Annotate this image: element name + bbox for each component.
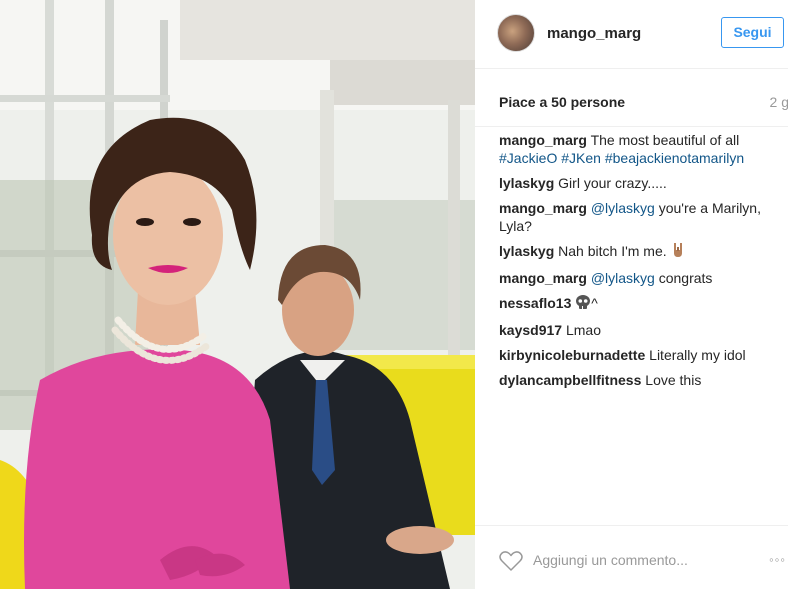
comment-username[interactable]: lylaskyg: [499, 243, 554, 259]
follow-button[interactable]: Segui: [721, 17, 784, 48]
heart-icon[interactable]: [499, 550, 523, 577]
list-item: mango_marg The most beautiful of all #Ja…: [499, 131, 785, 167]
post-sidebar: mango_marg Segui Piace a 50 persone 2 g …: [475, 0, 788, 589]
post-username[interactable]: mango_marg: [547, 25, 641, 42]
list-item: nessaflo13 ^: [499, 294, 785, 314]
likes-row: Piace a 50 persone 2 g: [475, 68, 788, 127]
comment-mention[interactable]: @lylaskyg: [591, 200, 655, 216]
comment-username[interactable]: kaysd917: [499, 322, 562, 338]
post-header: mango_marg Segui: [475, 0, 788, 69]
comment-text: The most beautiful of all: [590, 132, 740, 148]
comment-text: Love this: [645, 372, 702, 388]
comment-username[interactable]: lylaskyg: [499, 175, 554, 191]
list-item: kirbynicoleburnadette Literally my idol: [499, 346, 785, 364]
avatar[interactable]: [497, 14, 535, 52]
comment-username[interactable]: dylancampbellfitness: [499, 372, 641, 388]
comment-username[interactable]: mango_marg: [499, 132, 587, 148]
comment-username[interactable]: mango_marg: [499, 200, 587, 216]
post-footer: Aggiungi un commento... ◦◦◦: [475, 525, 788, 590]
post-time: 2 g: [769, 94, 788, 110]
post-view: mango_marg Segui Piace a 50 persone 2 g …: [0, 0, 788, 589]
comment-username[interactable]: kirbynicoleburnadette: [499, 347, 645, 363]
post-photo[interactable]: [0, 0, 475, 589]
more-options-button[interactable]: ◦◦◦: [769, 552, 786, 567]
comment-text: congrats: [658, 270, 713, 286]
comment-username[interactable]: mango_marg: [499, 270, 587, 286]
comments-list: mango_marg The most beautiful of all #Ja…: [499, 131, 785, 396]
add-comment-input[interactable]: Aggiungi un commento...: [533, 552, 688, 568]
comment-mention[interactable]: @lylaskyg: [591, 270, 655, 286]
list-item: lylaskyg Nah bitch I'm me.: [499, 242, 785, 262]
comment-text: Girl your crazy.....: [558, 175, 667, 191]
comment-text: Lmao: [565, 322, 601, 338]
likes-count[interactable]: Piace a 50 persone: [499, 94, 625, 110]
hand-horns-icon: [671, 242, 685, 262]
comment-text: ^: [591, 295, 598, 311]
list-item: lylaskyg Girl your crazy.....: [499, 174, 785, 192]
list-item: kaysd917 Lmao: [499, 321, 785, 339]
comment-text: Nah bitch I'm me.: [558, 243, 667, 259]
photo-illustration: [0, 0, 475, 589]
list-item: mango_marg @lylaskyg congrats: [499, 269, 785, 287]
comment-username[interactable]: nessaflo13: [499, 295, 571, 311]
list-item: dylancampbellfitness Love this: [499, 371, 785, 389]
list-item: mango_marg @lylaskyg you're a Marilyn, L…: [499, 199, 785, 235]
comment-hashtags[interactable]: #JackieO #JKen #beajackienotamarilyn: [499, 150, 744, 166]
comment-text: Literally my idol: [649, 347, 746, 363]
skull-icon: [575, 294, 591, 314]
